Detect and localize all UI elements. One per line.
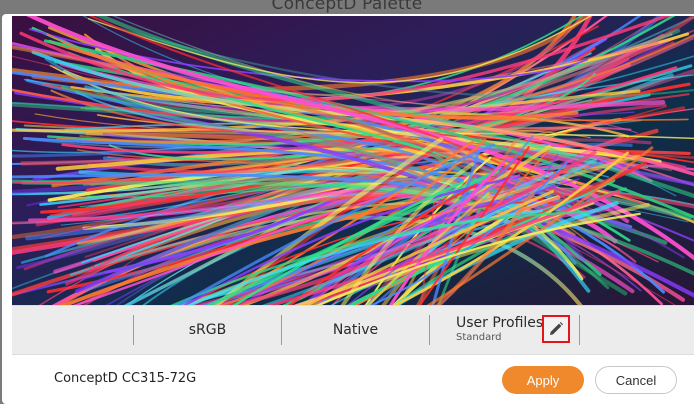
- preview-image: [12, 16, 694, 305]
- window-title: ConceptD Palette: [271, 0, 423, 14]
- pencil-icon: [550, 322, 563, 335]
- edit-profile-button[interactable]: [542, 315, 570, 343]
- srgb-profile-button[interactable]: sRGB: [134, 306, 281, 354]
- profile-bar: sRGB Native User Profiles Standard: [12, 305, 694, 355]
- user-profiles-button[interactable]: User Profiles Standard: [456, 315, 546, 347]
- divider: [429, 315, 430, 345]
- cancel-button[interactable]: Cancel: [595, 366, 677, 394]
- dialog-footer: ConceptD CC315-72G Apply Cancel: [12, 354, 694, 404]
- palette-dialog: sRGB Native User Profiles Standard Conce…: [2, 14, 694, 404]
- apply-button[interactable]: Apply: [502, 366, 584, 394]
- device-name: ConceptD CC315-72G: [54, 371, 197, 386]
- user-profiles-label: User Profiles: [456, 315, 544, 331]
- current-profile-name: Standard: [456, 332, 502, 343]
- divider: [579, 315, 580, 345]
- native-profile-button[interactable]: Native: [282, 306, 429, 354]
